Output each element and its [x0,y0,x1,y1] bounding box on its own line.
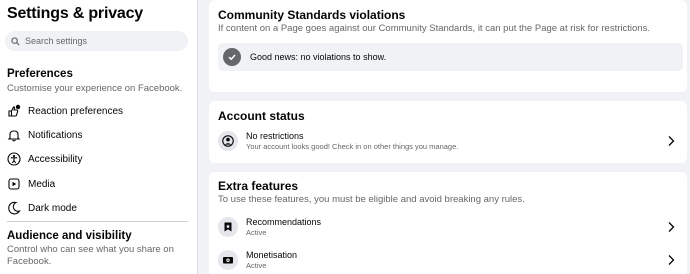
search-box[interactable] [5,31,188,51]
check-circle-icon [223,48,241,66]
reaction-icon [7,104,21,118]
sidebar-item-notifications[interactable]: Notifications [4,124,190,146]
sidebar-item-label: Notifications [28,129,83,141]
feature-title: Recommendations [246,217,322,227]
violations-subtitle: If content on a Page goes against our Co… [218,23,650,34]
bell-icon [7,128,21,142]
chevron-right-icon [668,136,675,146]
feature-status: Active [246,261,267,270]
account-icon [218,131,238,151]
account-status-title: Account status [218,109,305,123]
account-status-row-subtitle: Your account looks good! Check in on oth… [246,142,459,151]
sidebar-item-dark-mode[interactable]: Dark mode [4,197,190,219]
sidebar-title: Settings & privacy [7,5,144,22]
violations-status-text: Good news: no violations to show. [250,52,387,62]
media-icon [7,177,21,191]
sidebar-item-accessibility[interactable]: Accessibility [4,148,190,170]
sidebar-item-label: Dark mode [28,202,77,214]
chevron-right-icon [668,222,675,232]
moon-icon [7,201,21,215]
sidebar-item-reaction-preferences[interactable]: Reaction preferences [4,100,190,122]
accessibility-icon [7,152,21,166]
monetisation-icon [218,250,238,270]
violations-title: Community Standards violations [218,8,406,22]
sidebar-item-label: Reaction preferences [28,105,124,117]
feature-title: Monetisation [246,250,298,260]
settings-sidebar: Settings & privacy Preferences Customise… [0,0,198,274]
sidebar-item-label: Media [28,178,56,190]
sidebar-item-label: Accessibility [28,153,83,165]
audience-subtitle: Control who can see what you share on Fa… [7,244,174,267]
audience-heading: Audience and visibility [7,230,132,242]
violations-status: Good news: no violations to show. [218,43,683,71]
preferences-subtitle: Customise your experience on Facebook. [7,83,183,94]
feature-row-monetisation[interactable]: Monetisation Active [218,246,683,274]
preferences-heading: Preferences [7,68,73,80]
sidebar-divider [7,221,188,222]
search-icon [11,36,20,46]
extra-features-title: Extra features [218,179,299,193]
account-status-row-title: No restrictions [246,131,304,141]
sidebar-item-media[interactable]: Media [4,173,190,195]
recommendations-icon [218,217,238,237]
extra-features-subtitle: To use these features, you must be eligi… [218,194,525,205]
search-input[interactable] [25,36,185,46]
account-status-card: Account status No restrictions Your acco… [209,101,687,163]
account-status-row[interactable]: No restrictions Your account looks good!… [218,127,683,155]
violations-card: Community Standards violations If conten… [209,0,687,92]
chevron-right-icon [668,255,675,265]
extra-features-card: Extra features To use these features, yo… [209,172,687,274]
feature-status: Active [246,228,267,237]
feature-row-recommendations[interactable]: Recommendations Active [218,213,683,241]
